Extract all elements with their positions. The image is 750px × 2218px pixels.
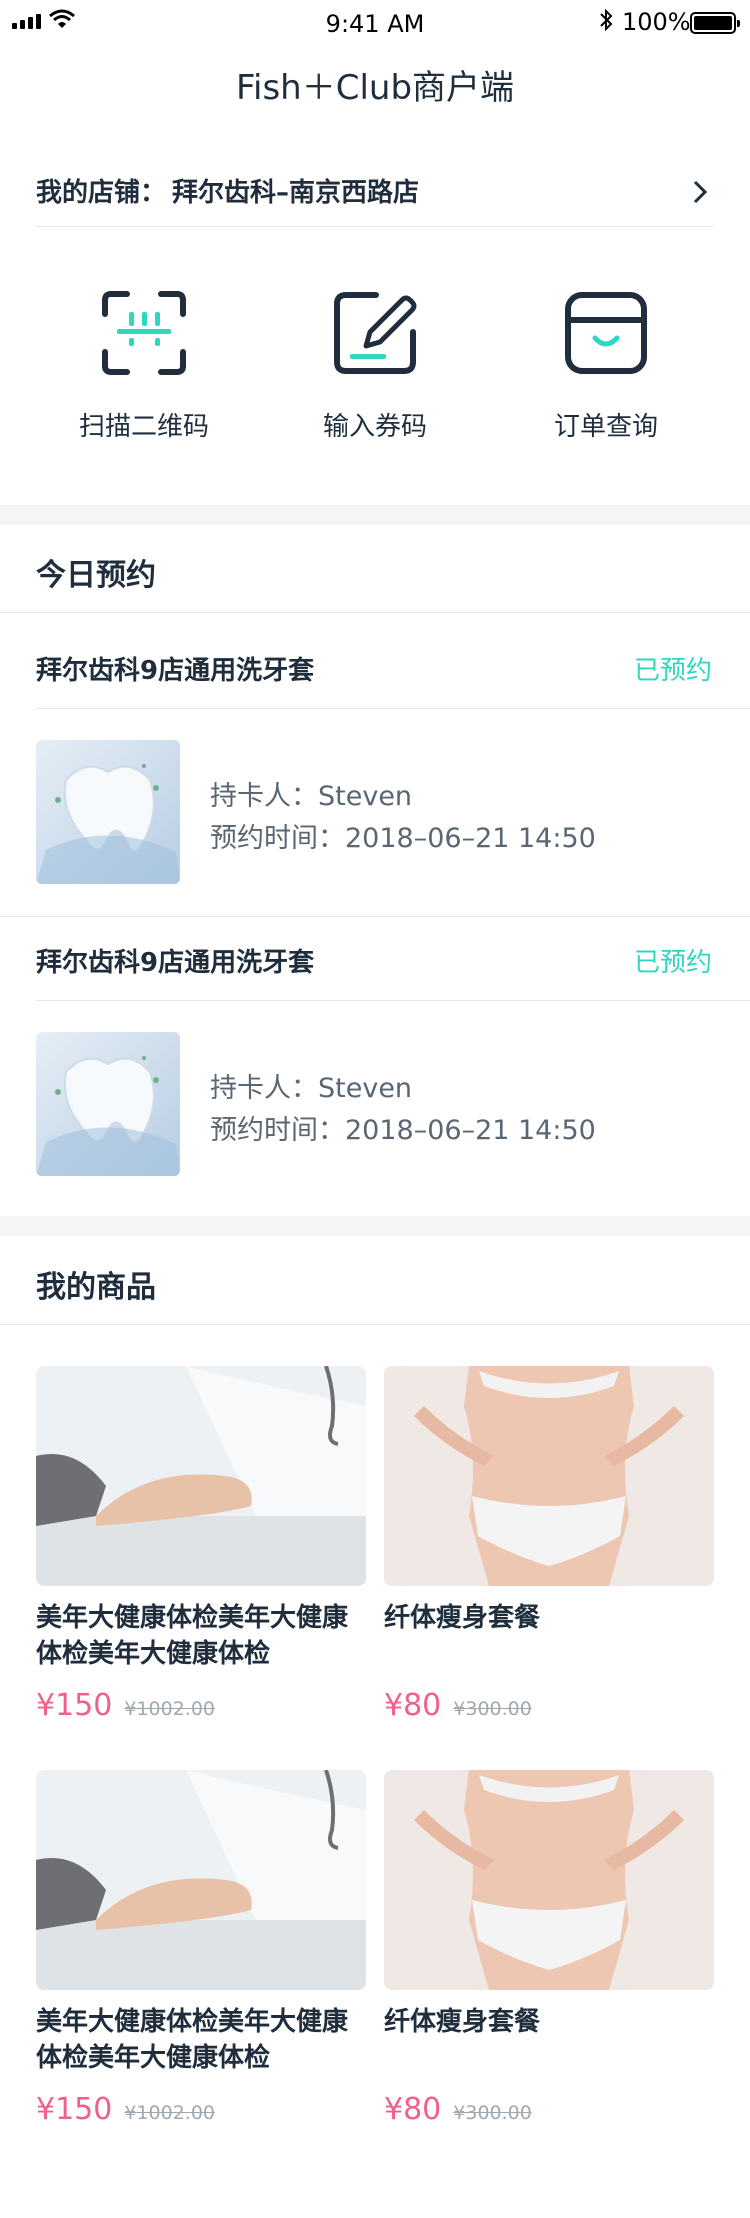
store-label: 我的店铺： — [36, 178, 167, 208]
battery-percent: 100% — [622, 8, 691, 36]
appointment-time: 预约时间：2018–06–21 14:50 — [210, 1115, 596, 1146]
bluetooth-icon — [600, 8, 613, 32]
product-image[interactable] — [384, 1366, 714, 1586]
product-price: ¥80 — [384, 1688, 442, 1723]
divider — [0, 1324, 750, 1325]
scan-qr-button[interactable]: 扫描二维码 — [44, 290, 244, 443]
product-card[interactable]: 纤体瘦身套餐 ¥80 ¥300.00 — [384, 1366, 714, 1723]
appointment-name[interactable]: 拜尔齿科9店通用洗牙套 — [36, 650, 314, 687]
products-title: 我的商品 — [36, 1270, 156, 1305]
appointment-name[interactable]: 拜尔齿科9店通用洗牙套 — [36, 942, 314, 979]
status-bar: 9:41 AM 100% — [0, 0, 750, 44]
page-title: Fish＋Club商户端 — [235, 68, 515, 108]
product-card[interactable]: 美年大健康体检美年大健康体检美年大健康体检 ¥150 ¥1002.00 — [36, 1770, 366, 2127]
order-query-button[interactable]: 订单查询 — [506, 290, 706, 443]
appointments-title: 今日预约 — [36, 558, 156, 593]
scan-qr-icon — [102, 291, 186, 375]
product-image[interactable] — [36, 1366, 366, 1586]
product-card[interactable]: 美年大健康体检美年大健康体检美年大健康体检 ¥150 ¥1002.00 — [36, 1366, 366, 1723]
product-price: ¥80 — [384, 2092, 442, 2127]
product-name: 纤体瘦身套餐 — [384, 2007, 541, 2037]
product-card[interactable]: 纤体瘦身套餐 ¥80 ¥300.00 — [384, 1770, 714, 2127]
product-original-price: ¥300.00 — [453, 2102, 532, 2124]
divider — [0, 916, 750, 917]
divider — [36, 1000, 750, 1001]
product-price: ¥150 — [36, 2092, 113, 2127]
section-divider — [0, 505, 750, 525]
chevron-right-icon — [693, 180, 708, 204]
product-name: 美年大健康体检美年大健康体检美年大健康体检 — [36, 1603, 349, 1669]
edit-icon — [334, 292, 417, 374]
quick-actions: 扫描二维码 输入券码 订单查询 — [0, 290, 750, 450]
product-original-price: ¥1002.00 — [124, 2102, 216, 2124]
store-selector[interactable]: 我的店铺： 拜尔齿科–南京西路店 — [36, 155, 714, 227]
card-holder: 持卡人：Steven — [210, 781, 413, 812]
product-original-price: ¥300.00 — [453, 1698, 532, 1720]
battery-icon — [690, 12, 740, 34]
product-name: 纤体瘦身套餐 — [384, 1603, 541, 1633]
product-price: ¥150 — [36, 1688, 113, 1723]
product-original-price: ¥1002.00 — [124, 1698, 216, 1720]
section-divider — [0, 1216, 750, 1236]
divider — [36, 708, 750, 709]
appointment-thumbnail[interactable] — [36, 740, 180, 884]
product-image[interactable] — [384, 1770, 714, 1990]
order-query-label: 订单查询 — [553, 412, 658, 442]
appointment-status: 已预约 — [633, 948, 712, 978]
appointment-status: 已预约 — [633, 656, 712, 686]
enter-code-label: 输入券码 — [322, 412, 427, 442]
scan-qr-label: 扫描二维码 — [78, 412, 209, 442]
divider — [0, 612, 750, 613]
product-name: 美年大健康体检美年大健康体检美年大健康体检 — [36, 2007, 349, 2073]
product-image[interactable] — [36, 1770, 366, 1990]
card-holder: 持卡人：Steven — [210, 1073, 413, 1104]
enter-code-button[interactable]: 输入券码 — [275, 290, 475, 443]
store-name: 拜尔齿科–南京西路店 — [172, 178, 420, 208]
order-box-icon — [565, 292, 647, 374]
appointment-thumbnail[interactable] — [36, 1032, 180, 1176]
appointment-time: 预约时间：2018–06–21 14:50 — [210, 823, 596, 854]
